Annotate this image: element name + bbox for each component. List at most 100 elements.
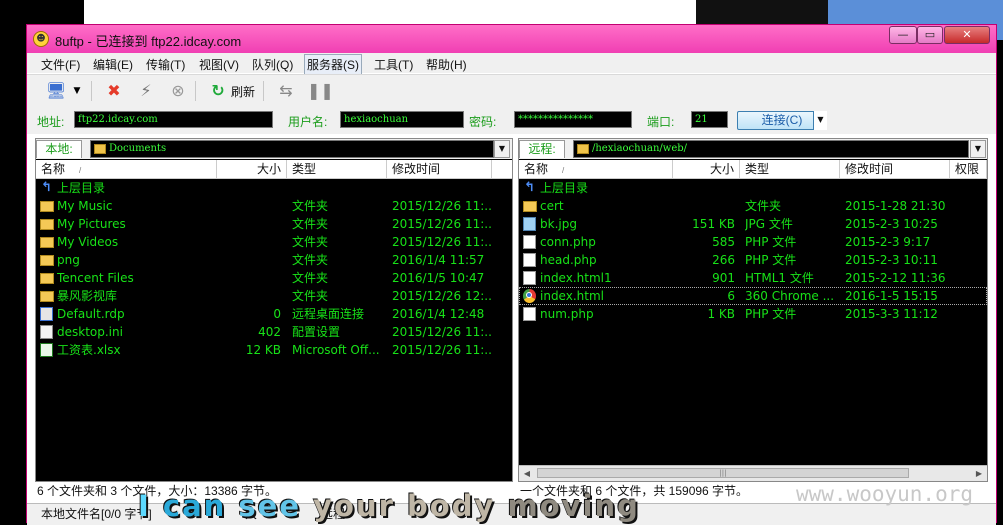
- file-row[interactable]: Default.rdp 0 远程桌面连接 2016/1/4 12:48: [36, 305, 512, 323]
- username-input[interactable]: hexiaochuan: [340, 111, 464, 128]
- file-row[interactable]: desktop.ini 402 配置设置 2015/12/26 11:...: [36, 323, 512, 341]
- menu-tools[interactable]: 工具(T): [372, 55, 415, 74]
- menu-help[interactable]: 帮助(H): [424, 55, 469, 74]
- file-row[interactable]: num.php 1 KB PHP 文件 2015-3-3 11:12: [519, 305, 987, 323]
- background-window-dark: [696, 0, 828, 24]
- toolbar-separator: [263, 81, 264, 101]
- refresh-icon[interactable]: ↻: [207, 80, 229, 102]
- maximize-button[interactable]: ▭: [917, 26, 943, 44]
- file-row[interactable]: Tencent Files 文件夹 2016/1/5 10:47: [36, 269, 512, 287]
- file-row[interactable]: bk.jpg 151 KB JPG 文件 2015-2-3 10:25: [519, 215, 987, 233]
- menu-transfer[interactable]: 传输(T): [144, 55, 187, 74]
- file-row[interactable]: index.html 6 360 Chrome ... 2016-1-5 15:15: [519, 287, 987, 305]
- refresh-label[interactable]: 刷新: [231, 83, 255, 100]
- file-name: conn.php: [540, 235, 596, 249]
- local-col-size[interactable]: 大小: [217, 160, 287, 178]
- file-type: PHP 文件: [745, 253, 797, 267]
- remote-file-list: ↰ 上层目录 cert 文件夹 2015-1-28 21:30 bk.jpg 151 KB J…: [519, 179, 987, 323]
- monitor-icon[interactable]: 🖥: [45, 80, 67, 102]
- local-column-header: 名称 / 大小 类型 修改时间: [36, 160, 512, 179]
- menu-view[interactable]: 视图(V): [197, 55, 241, 74]
- file-name: head.php: [540, 253, 597, 267]
- remote-path-dropdown-icon[interactable]: ▼: [970, 140, 986, 158]
- file-row[interactable]: conn.php 585 PHP 文件 2015-2-3 9:17: [519, 233, 987, 251]
- file-row[interactable]: My Videos 文件夹 2015/12/26 11:...: [36, 233, 512, 251]
- scrollbar-thumb[interactable]: |||: [537, 468, 909, 478]
- menu-file[interactable]: 文件(F): [39, 55, 82, 74]
- file-type: 远程桌面连接: [292, 307, 365, 321]
- remote-path-input[interactable]: /hexiaochuan/web/: [573, 140, 969, 158]
- stop-circle-icon[interactable]: ⊗: [167, 80, 189, 102]
- chevron-down-icon[interactable]: ▼: [71, 80, 83, 102]
- connect-dropdown-icon[interactable]: ▼: [813, 111, 827, 130]
- file-size: 151 KB: [692, 217, 735, 231]
- file-size: [673, 197, 735, 215]
- transfer-icon[interactable]: ⇆: [275, 80, 297, 102]
- local-col-modified[interactable]: 修改时间: [387, 160, 492, 178]
- password-input[interactable]: ***************: [514, 111, 632, 128]
- file-row[interactable]: cert 文件夹 2015-1-28 21:30: [519, 197, 987, 215]
- subtitle-word: see: [238, 489, 302, 523]
- file-row[interactable]: My Music 文件夹 2015/12/26 11:...: [36, 197, 512, 215]
- file-row[interactable]: png 文件夹 2016/1/4 11:57: [36, 251, 512, 269]
- file-type: [745, 179, 839, 197]
- remote-tab[interactable]: 远程:: [519, 140, 565, 158]
- file-row[interactable]: ↰ 上层目录: [519, 179, 987, 197]
- file-size: 901: [712, 271, 735, 285]
- file-modified: 2016/1/4 12:48: [392, 307, 485, 321]
- folder-icon: [577, 144, 589, 154]
- scroll-left-icon[interactable]: ◀: [519, 466, 535, 481]
- chrome-icon: [523, 289, 536, 303]
- folder-icon: [40, 219, 54, 230]
- menu-queue[interactable]: 队列(Q): [250, 55, 295, 74]
- subtitle-word: your: [313, 489, 395, 523]
- lightning-icon[interactable]: ⚡: [135, 80, 157, 102]
- file-row[interactable]: My Pictures 文件夹 2015/12/26 11:...: [36, 215, 512, 233]
- file-name: Tencent Files: [57, 271, 134, 285]
- menu-edit[interactable]: 编辑(E): [91, 55, 135, 74]
- local-col-name[interactable]: 名称 /: [36, 160, 217, 178]
- file-name: index.html1: [540, 271, 612, 285]
- file-row[interactable]: 工资表.xlsx 12 KB Microsoft Off... 2015/12/26 …: [36, 341, 512, 359]
- file-row[interactable]: index.html1 901 HTML1 文件 2015-2-12 11:36: [519, 269, 987, 287]
- remote-path-text: /hexiaochuan/web/: [592, 143, 688, 154]
- file-modified: 2015-2-3 10:25: [845, 217, 938, 231]
- title-bar[interactable]: ☻ 8uftp - 已连接到 ftp22.idcay.com — ▭ ✕: [27, 25, 996, 53]
- port-label: 端口:: [647, 115, 675, 129]
- local-path-input[interactable]: Documents: [90, 140, 494, 158]
- toolbar-separator: [91, 81, 92, 101]
- local-col-type[interactable]: 类型: [287, 160, 387, 178]
- pause-icon[interactable]: ❚❚: [307, 80, 334, 102]
- file-row[interactable]: ↰ 上层目录: [36, 179, 512, 197]
- menu-bar: 文件(F) 编辑(E) 传输(T) 视图(V) 队列(Q) 服务器(S) 工具(…: [27, 53, 996, 75]
- remote-desktop-icon: [40, 307, 53, 321]
- remote-path-bar: 远程: /hexiaochuan/web/ ▼: [519, 139, 987, 159]
- menu-server[interactable]: 服务器(S): [304, 54, 362, 75]
- delete-x-icon[interactable]: ✖: [103, 80, 125, 102]
- file-type: 文件夹: [292, 235, 329, 249]
- local-file-list: ↰ 上层目录 My Music 文件夹 2015/12/26 11:... My Pict…: [36, 179, 512, 359]
- file-name: num.php: [540, 307, 594, 321]
- file-type: JPG 文件: [745, 217, 793, 231]
- port-input[interactable]: 21: [691, 111, 728, 128]
- scroll-right-icon[interactable]: ▶: [971, 466, 987, 481]
- remote-col-type[interactable]: 类型: [740, 160, 840, 178]
- local-tab[interactable]: 本地:: [36, 140, 82, 158]
- remote-horizontal-scrollbar[interactable]: ◀ ||| ▶: [519, 465, 987, 481]
- remote-col-name[interactable]: 名称 /: [519, 160, 673, 178]
- address-input[interactable]: ftp22.idcay.com: [74, 111, 273, 128]
- remote-col-size[interactable]: 大小: [673, 160, 740, 178]
- remote-col-permissions[interactable]: 权限: [950, 160, 987, 178]
- file-icon: [523, 271, 536, 285]
- file-modified: 2015-3-3 11:12: [845, 307, 938, 321]
- minimize-button[interactable]: —: [889, 26, 917, 44]
- close-button[interactable]: ✕: [944, 26, 990, 44]
- file-modified: 2016/1/5 10:47: [392, 271, 485, 285]
- file-icon: [523, 307, 536, 321]
- folder-icon: [40, 273, 54, 284]
- file-name: 工资表.xlsx: [57, 343, 121, 357]
- file-row[interactable]: head.php 266 PHP 文件 2015-2-3 10:11: [519, 251, 987, 269]
- remote-col-modified[interactable]: 修改时间: [840, 160, 950, 178]
- local-path-dropdown-icon[interactable]: ▼: [494, 140, 510, 158]
- file-row[interactable]: 暴风影视库 文件夹 2015/12/26 12:...: [36, 287, 512, 305]
